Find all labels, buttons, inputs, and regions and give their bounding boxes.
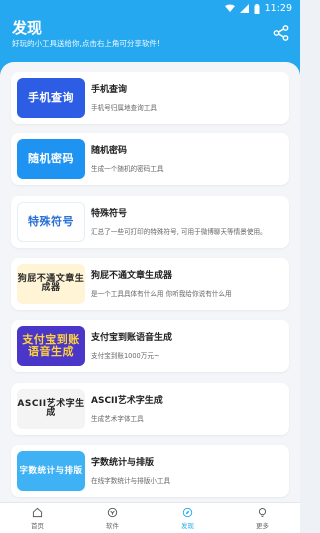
tool-title: 特殊符号 [91,209,128,219]
tool-card-alipay-voice[interactable]: 支付宝到账语音生成 支付宝到账语音生成 支付宝到账1000万元~ [11,320,289,372]
tool-title: 字数统计与排版 [91,458,155,468]
home-icon [32,507,43,517]
share-icon[interactable] [272,24,290,42]
tool-thumbnail: 狗屁不通文章生成器 [17,264,85,304]
wifi-icon [224,4,235,12]
tool-thumbnail: 支付宝到账语音生成 [17,326,85,366]
page-title: 发现 [12,19,43,37]
tool-thumbnail: 特殊符号 [17,202,85,242]
tool-card-article-generator[interactable]: 狗屁不通文章生成器 狗屁不通文章生成器 是一个工具具体有什么用 你听我给你说有什… [11,258,289,310]
bottom-tab-bar: 首页 软件 发现 更多 [0,502,300,533]
tool-list: 手机查询 手机查询 手机号归属地查询工具 随机密码 随机密码 生成一个随机的密码… [0,62,300,502]
tab-software[interactable]: 软件 [75,503,150,533]
tab-label: 发现 [181,521,194,530]
bulb-icon [258,507,267,517]
tool-card-special-symbols[interactable]: 特殊符号 特殊符号 汇总了一些可打印的特殊符号, 可用于微博聊天等情景使用。 [11,196,289,248]
tool-card-word-count[interactable]: 字数统计与排版 字数统计与排版 在线字数统计与排版小工具 [11,445,289,497]
tool-description: 汇总了一些可打印的特殊符号, 可用于微博聊天等情景使用。 [91,228,267,236]
tool-title: ASCII艺术字生成 [91,396,163,406]
tab-home[interactable]: 首页 [0,503,75,533]
tool-thumbnail: 随机密码 [17,139,85,179]
tool-description: 是一个工具具体有什么用 你听我给你说有什么用 [91,290,232,298]
tool-description: 在线字数统计与排版小工具 [91,477,171,485]
tab-label: 更多 [256,521,269,530]
tool-thumbnail: 手机查询 [17,78,85,118]
tool-description: 手机号归属地查询工具 [91,104,157,112]
tool-title: 狗屁不通文章生成器 [91,271,173,281]
tab-discover[interactable]: 发现 [150,503,225,533]
signal-icon [239,4,249,13]
tool-title: 支付宝到账语音生成 [91,333,173,343]
app-icon [107,507,118,517]
battery-icon [254,3,260,14]
tool-description: 生成一个随机的密码工具 [91,165,164,173]
tab-label: 软件 [106,521,119,530]
tab-label: 首页 [31,521,44,530]
tool-title: 随机密码 [91,146,128,156]
tool-card-random-password[interactable]: 随机密码 随机密码 生成一个随机的密码工具 [11,133,289,185]
status-bar: 11:29 [0,0,300,18]
tool-card-phone-lookup[interactable]: 手机查询 手机查询 手机号归属地查询工具 [11,72,289,124]
tool-title: 手机查询 [91,85,128,95]
tool-thumbnail: ASCII艺术字生成 [17,389,85,429]
compass-icon [182,507,193,517]
tool-description: 支付宝到账1000万元~ [91,352,160,360]
tool-thumbnail: 字数统计与排版 [17,451,85,491]
tool-description: 生成艺术字体工具 [91,415,144,423]
status-time: 11:29 [264,3,292,14]
tool-card-ascii-art[interactable]: ASCII艺术字生成 ASCII艺术字生成 生成艺术字体工具 [11,383,289,435]
tab-more[interactable]: 更多 [225,503,300,533]
page-subtitle: 好玩的小工具送给你,点击右上角可分享软件! [12,39,160,48]
